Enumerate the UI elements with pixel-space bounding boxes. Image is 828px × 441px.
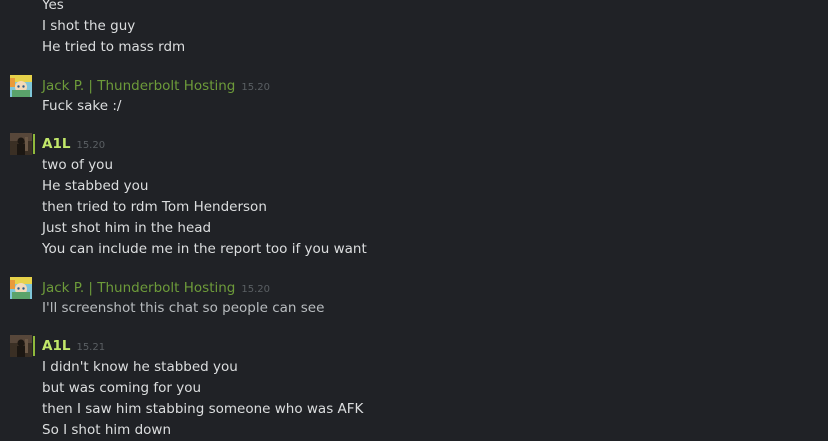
message-line: then I saw him stabbing someone who was …	[42, 401, 364, 417]
timestamp: 15.21	[76, 342, 106, 353]
dark-figure-avatar-icon[interactable]	[10, 133, 32, 155]
sender-name[interactable]: A1L	[42, 136, 70, 152]
sender-name[interactable]: A1L	[42, 338, 70, 354]
sender-name[interactable]: Jack P. | Thunderbolt Hosting	[42, 280, 235, 296]
message-line: I shot the guy	[42, 18, 136, 34]
message-header: Jack P. | Thunderbolt Hosting 15.20	[42, 278, 270, 298]
timestamp: 15.20	[241, 284, 271, 295]
message-line: then tried to rdm Tom Henderson	[42, 199, 267, 215]
in-game-status-bar	[33, 134, 35, 154]
message-line: I didn't know he stabbed you	[42, 359, 238, 375]
dark-figure-avatar-icon[interactable]	[10, 335, 32, 357]
message-line: Just shot him in the head	[42, 220, 212, 236]
message-line: You can include me in the report too if …	[42, 241, 367, 257]
message-line: two of you	[42, 157, 113, 173]
anime-avatar-icon[interactable]	[10, 277, 32, 299]
timestamp: 15.20	[241, 82, 271, 93]
message-line: but was coming for you	[42, 380, 202, 396]
message-line: Fuck sake :/	[42, 98, 122, 114]
anime-avatar-icon[interactable]	[10, 75, 32, 97]
sender-name[interactable]: Jack P. | Thunderbolt Hosting	[42, 78, 235, 94]
message-line: He tried to mass rdm	[42, 39, 186, 55]
message-line: I'll screenshot this chat so people can …	[42, 300, 325, 316]
message-header: A1L 15.20	[42, 134, 105, 154]
message-header: A1L 15.21	[42, 336, 105, 356]
message-line: Yes	[42, 0, 64, 13]
timestamp: 15.20	[76, 140, 106, 151]
in-game-status-bar	[33, 336, 35, 356]
message-header: Jack P. | Thunderbolt Hosting 15.20	[42, 76, 270, 96]
chat-log: Yes I shot the guy He tried to mass rdm …	[0, 0, 828, 440]
message-line: He stabbed you	[42, 178, 149, 194]
message-line: So I shot him down	[42, 422, 172, 438]
